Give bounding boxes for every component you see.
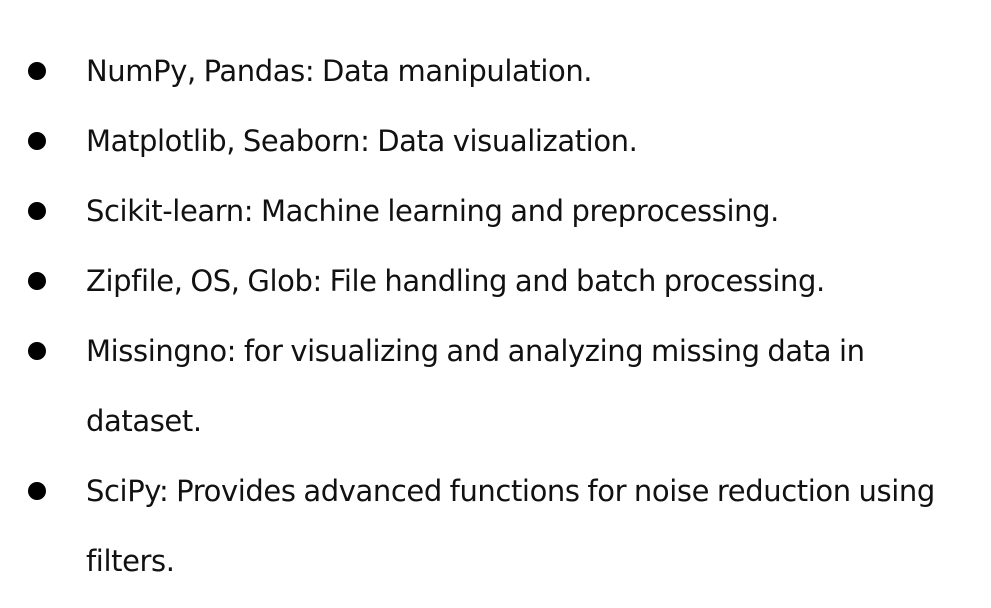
document-page: NumPy, Pandas: Data manipulation. Matplo…: [0, 0, 991, 608]
list-item-numpy-pandas: NumPy, Pandas: Data manipulation.: [0, 36, 991, 106]
bullet-dot-icon: [28, 272, 46, 290]
list-item-text: Scikit-learn: Machine learning and prepr…: [86, 194, 779, 228]
list-item-matplotlib-seaborn: Matplotlib, Seaborn: Data visualization.: [0, 106, 991, 176]
list-item-scipy: SciPy: Provides advanced functions for n…: [0, 456, 991, 596]
bullet-dot-icon: [28, 342, 46, 360]
list-item-scikit-learn: Scikit-learn: Machine learning and prepr…: [0, 176, 991, 246]
list-item-text: SciPy: Provides advanced functions for n…: [86, 474, 935, 578]
bullet-dot-icon: [28, 482, 46, 500]
list-item-text: Missingno: for visualizing and analyzing…: [86, 334, 865, 438]
bullet-dot-icon: [28, 62, 46, 80]
list-item-text: NumPy, Pandas: Data manipulation.: [86, 54, 593, 88]
list-item-text: Matplotlib, Seaborn: Data visualization.: [86, 124, 638, 158]
list-item-missingno: Missingno: for visualizing and analyzing…: [0, 316, 991, 456]
list-item-text: Zipfile, OS, Glob: File handling and bat…: [86, 264, 825, 298]
bullet-dot-icon: [28, 132, 46, 150]
list-item-zipfile-os-glob: Zipfile, OS, Glob: File handling and bat…: [0, 246, 991, 316]
library-bullet-list: NumPy, Pandas: Data manipulation. Matplo…: [0, 36, 991, 596]
bullet-dot-icon: [28, 202, 46, 220]
